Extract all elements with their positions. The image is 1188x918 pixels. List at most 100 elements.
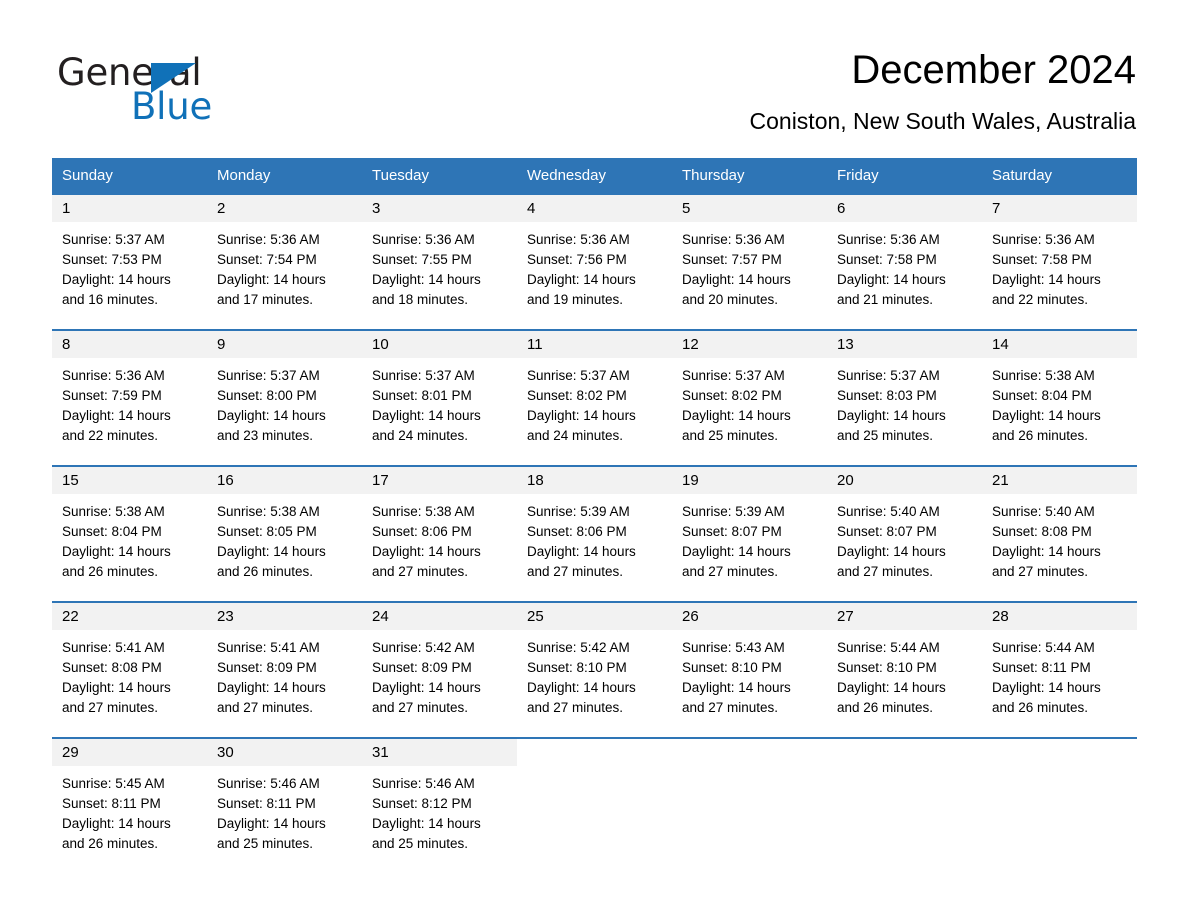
daylight-text-line2: and 26 minutes.	[62, 836, 159, 851]
sunset-text: Sunset: 7:53 PM	[62, 252, 162, 267]
calendar-day-cell[interactable]: 25 Sunrise: 5:42 AM Sunset: 8:10 PM Dayligh…	[517, 601, 672, 738]
calendar-day-cell[interactable]: 15 Sunrise: 5:38 AM Sunset: 8:04 PM Dayligh…	[52, 465, 207, 602]
daylight-text-line1: Daylight: 14 hours	[62, 680, 171, 695]
calendar-day-cell[interactable]: 24 Sunrise: 5:42 AM Sunset: 8:09 PM Dayligh…	[362, 601, 517, 738]
sunrise-text: Sunrise: 5:36 AM	[992, 232, 1095, 247]
daylight-text-line2: and 25 minutes.	[682, 428, 779, 443]
calendar-body: 1 Sunrise: 5:37 AM Sunset: 7:53 PM Daylight…	[52, 193, 1137, 867]
calendar-day-cell[interactable]: 2 Sunrise: 5:36 AM Sunset: 7:54 PM Daylight…	[207, 193, 362, 330]
sunset-text: Sunset: 8:10 PM	[682, 660, 782, 675]
page-subtitle: Coniston, New South Wales, Australia	[749, 108, 1137, 134]
calendar-grid: Sunday Monday Tuesday Wednesday Thursday…	[52, 158, 1137, 867]
sunrise-text: Sunrise: 5:36 AM	[682, 232, 785, 247]
calendar-day-cell[interactable]: 4 Sunrise: 5:36 AM Sunset: 7:56 PM Daylight…	[517, 193, 672, 330]
daylight-text-line2: and 27 minutes.	[217, 700, 314, 715]
day-details: Sunrise: 5:41 AM Sunset: 8:09 PM Daylight:…	[207, 630, 362, 718]
calendar-day-cell[interactable]: 18 Sunrise: 5:39 AM Sunset: 8:06 PM Dayligh…	[517, 465, 672, 602]
calendar-day-cell[interactable]: 20 Sunrise: 5:40 AM Sunset: 8:07 PM Dayligh…	[827, 465, 982, 602]
calendar-day-cell[interactable]: 7 Sunrise: 5:36 AM Sunset: 7:58 PM Daylight…	[982, 193, 1137, 330]
day-number: 24	[362, 603, 517, 630]
sunset-text: Sunset: 7:59 PM	[62, 388, 162, 403]
day-details: Sunrise: 5:41 AM Sunset: 8:08 PM Daylight:…	[52, 630, 207, 718]
calendar-day-cell[interactable]: 16 Sunrise: 5:38 AM Sunset: 8:05 PM Dayligh…	[207, 465, 362, 602]
day-number: 27	[827, 603, 982, 630]
calendar-day-cell[interactable]: 30 Sunrise: 5:46 AM Sunset: 8:11 PM Dayligh…	[207, 737, 362, 867]
day-number: 2	[207, 195, 362, 222]
calendar-day-cell[interactable]: 10 Sunrise: 5:37 AM Sunset: 8:01 PM Dayligh…	[362, 329, 517, 466]
sunrise-text: Sunrise: 5:37 AM	[217, 368, 320, 383]
calendar-day-cell[interactable]: 13 Sunrise: 5:37 AM Sunset: 8:03 PM Dayligh…	[827, 329, 982, 466]
sunset-text: Sunset: 8:02 PM	[527, 388, 627, 403]
sunrise-text: Sunrise: 5:37 AM	[837, 368, 940, 383]
sunset-text: Sunset: 8:05 PM	[217, 524, 317, 539]
day-details: Sunrise: 5:44 AM Sunset: 8:11 PM Daylight:…	[982, 630, 1137, 718]
calendar-day-cell[interactable]: 21 Sunrise: 5:40 AM Sunset: 8:08 PM Dayligh…	[982, 465, 1137, 602]
day-number: 18	[517, 467, 672, 494]
title-block: December 2024 Coniston, New South Wales,…	[750, 46, 1137, 135]
day-number: 19	[672, 467, 827, 494]
calendar-day-cell[interactable]: 11 Sunrise: 5:37 AM Sunset: 8:02 PM Dayligh…	[517, 329, 672, 466]
calendar-day-cell[interactable]: 1 Sunrise: 5:37 AM Sunset: 7:53 PM Daylight…	[52, 193, 207, 330]
sunrise-text: Sunrise: 5:36 AM	[62, 368, 165, 383]
sunset-text: Sunset: 8:04 PM	[62, 524, 162, 539]
calendar-day-cell[interactable]: 22 Sunrise: 5:41 AM Sunset: 8:08 PM Dayligh…	[52, 601, 207, 738]
daylight-text-line2: and 27 minutes.	[62, 700, 159, 715]
sunrise-text: Sunrise: 5:40 AM	[992, 504, 1095, 519]
daylight-text-line2: and 19 minutes.	[527, 292, 624, 307]
daylight-text-line1: Daylight: 14 hours	[217, 680, 326, 695]
daylight-text-line1: Daylight: 14 hours	[682, 680, 791, 695]
calendar-day-cell[interactable]: 19 Sunrise: 5:39 AM Sunset: 8:07 PM Dayligh…	[672, 465, 827, 602]
day-details: Sunrise: 5:36 AM Sunset: 7:58 PM Daylight:…	[982, 222, 1137, 310]
daylight-text-line1: Daylight: 14 hours	[837, 544, 946, 559]
sunrise-text: Sunrise: 5:36 AM	[372, 232, 475, 247]
day-number: 21	[982, 467, 1137, 494]
calendar-day-cell[interactable]: 5 Sunrise: 5:36 AM Sunset: 7:57 PM Daylight…	[672, 193, 827, 330]
day-number: 16	[207, 467, 362, 494]
calendar-day-cell[interactable]: 26 Sunrise: 5:43 AM Sunset: 8:10 PM Dayligh…	[672, 601, 827, 738]
calendar-day-cell[interactable]: 29 Sunrise: 5:45 AM Sunset: 8:11 PM Dayligh…	[52, 737, 207, 867]
day-details: Sunrise: 5:38 AM Sunset: 8:04 PM Daylight:…	[52, 494, 207, 582]
day-details: Sunrise: 5:37 AM Sunset: 7:53 PM Daylight:…	[52, 222, 207, 310]
calendar-day-cell[interactable]: 14 Sunrise: 5:38 AM Sunset: 8:04 PM Dayligh…	[982, 329, 1137, 466]
sunset-text: Sunset: 8:06 PM	[527, 524, 627, 539]
sunrise-text: Sunrise: 5:37 AM	[62, 232, 165, 247]
daylight-text-line2: and 27 minutes.	[372, 564, 469, 579]
sunrise-text: Sunrise: 5:39 AM	[527, 504, 630, 519]
daylight-text-line1: Daylight: 14 hours	[217, 272, 326, 287]
calendar-day-cell[interactable]: 3 Sunrise: 5:36 AM Sunset: 7:55 PM Daylight…	[362, 193, 517, 330]
day-details: Sunrise: 5:37 AM Sunset: 8:01 PM Daylight:…	[362, 358, 517, 446]
calendar-day-cell[interactable]: 31 Sunrise: 5:46 AM Sunset: 8:12 PM Dayligh…	[362, 737, 517, 867]
day-number: 7	[982, 195, 1137, 222]
daylight-text-line1: Daylight: 14 hours	[527, 680, 636, 695]
day-number: 31	[362, 739, 517, 766]
daylight-text-line2: and 27 minutes.	[372, 700, 469, 715]
daylight-text-line2: and 26 minutes.	[992, 700, 1089, 715]
day-number: 22	[52, 603, 207, 630]
calendar-day-cell[interactable]: 23 Sunrise: 5:41 AM Sunset: 8:09 PM Dayligh…	[207, 601, 362, 738]
sunrise-text: Sunrise: 5:40 AM	[837, 504, 940, 519]
calendar-day-cell[interactable]: 12 Sunrise: 5:37 AM Sunset: 8:02 PM Dayligh…	[672, 329, 827, 466]
sunset-text: Sunset: 8:04 PM	[992, 388, 1092, 403]
page-header: General Blue December 2024 Coniston, New…	[0, 0, 1188, 158]
daylight-text-line1: Daylight: 14 hours	[682, 544, 791, 559]
calendar-day-cell[interactable]: 28 Sunrise: 5:44 AM Sunset: 8:11 PM Dayligh…	[982, 601, 1137, 738]
calendar-header-row: Sunday Monday Tuesday Wednesday Thursday…	[52, 158, 1137, 194]
sunset-text: Sunset: 8:06 PM	[372, 524, 472, 539]
sunset-text: Sunset: 8:10 PM	[527, 660, 627, 675]
calendar-day-cell[interactable]: 8 Sunrise: 5:36 AM Sunset: 7:59 PM Daylight…	[52, 329, 207, 466]
brand-logo[interactable]: General Blue	[57, 52, 317, 132]
sunrise-text: Sunrise: 5:41 AM	[217, 640, 320, 655]
daylight-text-line1: Daylight: 14 hours	[992, 544, 1101, 559]
day-details: Sunrise: 5:37 AM Sunset: 8:00 PM Daylight:…	[207, 358, 362, 446]
calendar-day-cell[interactable]: 9 Sunrise: 5:37 AM Sunset: 8:00 PM Daylight…	[207, 329, 362, 466]
sunrise-text: Sunrise: 5:37 AM	[372, 368, 475, 383]
daylight-text-line1: Daylight: 14 hours	[217, 544, 326, 559]
calendar-day-cell[interactable]: 6 Sunrise: 5:36 AM Sunset: 7:58 PM Daylight…	[827, 193, 982, 330]
sunrise-text: Sunrise: 5:38 AM	[372, 504, 475, 519]
weekday-header-thursday: Thursday	[672, 158, 827, 194]
sunrise-text: Sunrise: 5:38 AM	[62, 504, 165, 519]
day-number: 9	[207, 331, 362, 358]
sunset-text: Sunset: 7:58 PM	[837, 252, 937, 267]
calendar-day-cell[interactable]: 27 Sunrise: 5:44 AM Sunset: 8:10 PM Dayligh…	[827, 601, 982, 738]
calendar-day-cell[interactable]: 17 Sunrise: 5:38 AM Sunset: 8:06 PM Dayligh…	[362, 465, 517, 602]
